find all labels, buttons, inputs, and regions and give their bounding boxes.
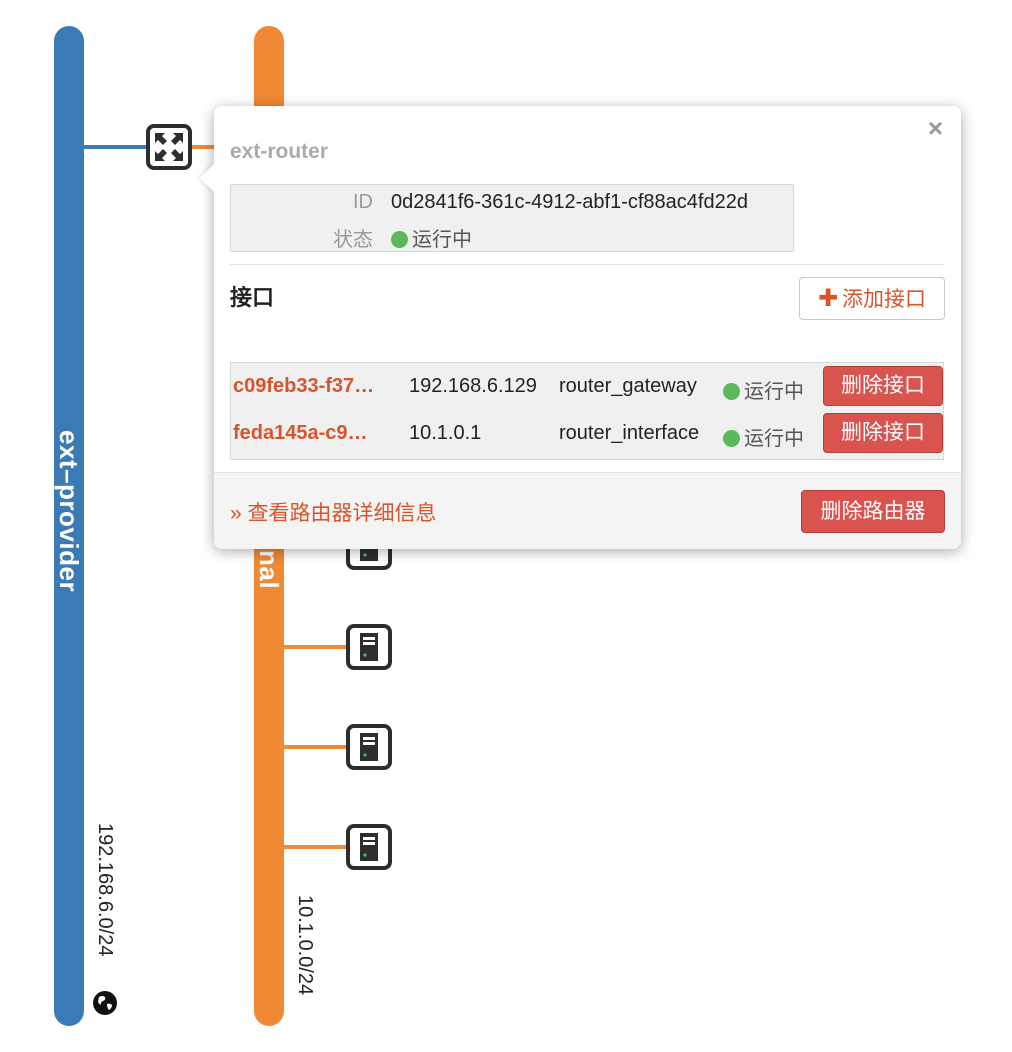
status-dot-icon [723, 430, 740, 447]
status-dot-icon [723, 383, 740, 400]
external-network-name[interactable]: ext–provider [53, 430, 84, 592]
interface-id-link[interactable]: c09feb33-f37… [233, 375, 387, 398]
popover-footer: » 查看路由器详细信息 删除路由器 [214, 472, 961, 549]
info-row-id: ID 0d2841f6-361c-4912-abf1-cf88ac4fd22d [231, 191, 793, 221]
interface-id-link[interactable]: feda145a-c9… [233, 422, 387, 445]
status-value: 运行中 [391, 223, 472, 252]
close-icon[interactable]: × [928, 114, 943, 142]
server-icon[interactable] [346, 724, 392, 770]
internal-network-name[interactable]: nal [254, 550, 284, 589]
id-value: 0d2841f6-361c-4912-abf1-cf88ac4fd22d [391, 191, 748, 213]
interface-status: 运行中 [723, 422, 804, 451]
status-label: 状态 [333, 229, 373, 251]
interfaces-title: 接口 [230, 285, 275, 310]
interface-ip: 10.1.0.1 [409, 422, 482, 444]
globe-icon [93, 991, 117, 1015]
router-icon[interactable] [146, 124, 192, 170]
interface-owner: router_gateway [559, 375, 697, 397]
interface-ip: 192.168.6.129 [409, 375, 537, 397]
plus-icon: ✚ [817, 285, 839, 312]
table-row: feda145a-c9… 10.1.0.1 router_interface 运… [231, 411, 943, 457]
interfaces-table: c09feb33-f37… 192.168.6.129 router_gatew… [230, 362, 944, 460]
divider [230, 264, 944, 265]
router-details-link[interactable]: » 查看路由器详细信息 [230, 497, 437, 527]
router-arrows-icon [155, 133, 183, 161]
external-network-cidr: 192.168.6.0/24 [94, 823, 116, 957]
router-popover: × ext-router ID 0d2841f6-361c-4912-abf1-… [199, 106, 961, 549]
add-interface-button[interactable]: ✚ 添加接口 [799, 277, 945, 320]
server-icon[interactable] [346, 624, 392, 670]
server-icon[interactable] [346, 824, 392, 870]
router-external-link [84, 145, 148, 149]
internal-network-cidr: 10.1.0.0/24 [294, 895, 316, 996]
instance-link [284, 745, 348, 749]
popover-title: ext-router [230, 140, 329, 163]
id-label: ID [353, 191, 373, 213]
status-dot-icon [391, 231, 408, 248]
table-row: c09feb33-f37… 192.168.6.129 router_gatew… [231, 364, 943, 410]
delete-interface-button[interactable]: 删除接口 [823, 366, 943, 406]
interface-owner: router_interface [559, 422, 700, 444]
instance-link [284, 845, 348, 849]
info-row-status: 状态 运行中 [231, 223, 793, 253]
delete-interface-button[interactable]: 删除接口 [823, 413, 943, 453]
interface-status: 运行中 [723, 375, 804, 404]
router-info-box: ID 0d2841f6-361c-4912-abf1-cf88ac4fd22d … [230, 184, 794, 252]
instance-link [284, 645, 348, 649]
popover-arrow [199, 163, 229, 193]
delete-router-button[interactable]: 删除路由器 [801, 490, 945, 533]
